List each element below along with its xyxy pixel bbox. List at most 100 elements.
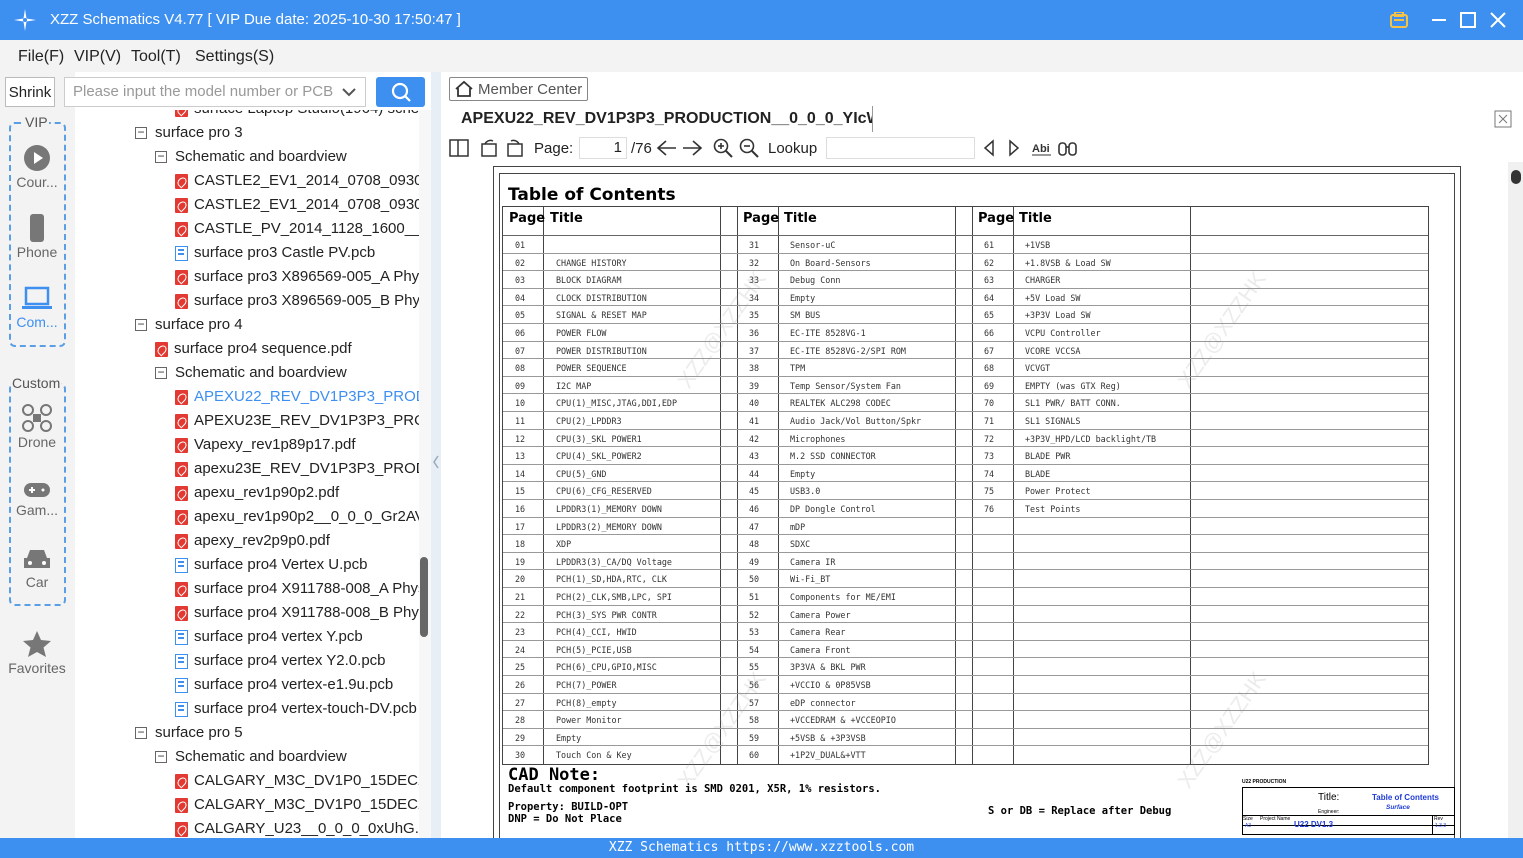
toc-title-header: Title: [784, 211, 817, 226]
collapse-toggle-icon[interactable]: −: [155, 366, 167, 379]
tree-file[interactable]: Vapexy_rev1p89p17.pdf: [175, 434, 356, 456]
tree-file[interactable]: CALGARY_M3C_DV1P0_15DEC201: [175, 770, 419, 792]
category-course-label: Cour...: [16, 174, 58, 190]
search-button[interactable]: [376, 77, 425, 107]
rotate-left-icon[interactable]: [479, 138, 499, 158]
category-drone[interactable]: Drone: [5, 404, 69, 450]
tree-file[interactable]: surface pro3 Castle PV.pcb: [175, 242, 375, 264]
maximize-icon[interactable]: [1457, 9, 1479, 31]
toc-page-number: 51: [749, 592, 760, 602]
minimize-icon[interactable]: [1428, 9, 1450, 31]
toc-entry-title: USB3.0: [790, 486, 821, 497]
tree-scrollbar[interactable]: [419, 110, 431, 838]
tree-file[interactable]: apexu_rev1p90p2__0_0_0_Gr2AV.: [175, 506, 419, 528]
close-icon[interactable]: [1487, 9, 1509, 31]
binoculars-icon[interactable]: [1057, 138, 1079, 158]
tree-folder[interactable]: − surface pro 5: [135, 722, 243, 744]
vip-badge-icon[interactable]: [1388, 9, 1410, 31]
page-number-input[interactable]: 1: [579, 137, 627, 159]
tree-file[interactable]: surface pro4 Vertex U.pcb: [175, 554, 367, 576]
tree-file[interactable]: CASTLE_PV_2014_1128_1600__0_(: [175, 218, 419, 240]
tree-file[interactable]: CASTLE2_EV1_2014_0708_0930.pd: [175, 170, 419, 192]
menu-file[interactable]: File(F): [18, 48, 64, 66]
shrink-button[interactable]: Shrink: [5, 77, 55, 107]
next-page-icon[interactable]: [681, 138, 703, 158]
toc-entry-title: Power Protect: [1025, 486, 1091, 497]
toc-entry-title: +3P3V Load SW: [1025, 310, 1091, 321]
menu-vip[interactable]: VIP(V): [74, 48, 121, 66]
member-center-button[interactable]: Member Center: [449, 77, 588, 101]
toc-entry-title: LPDDR3(1)_MEMORY DOWN: [556, 504, 662, 514]
tree-file[interactable]: surface pro4 vertex-e1.9u.pcb: [175, 674, 393, 696]
collapse-toggle-icon[interactable]: −: [135, 318, 147, 331]
find-prev-icon[interactable]: [981, 139, 997, 157]
category-course[interactable]: Cour...: [5, 144, 69, 190]
chevron-down-icon[interactable]: [340, 83, 358, 101]
category-game[interactable]: Gam...: [5, 480, 69, 518]
category-phone[interactable]: Phone: [5, 214, 69, 260]
tree-file[interactable]: surface Laptop Studio(1964) scheme: [175, 110, 419, 120]
tree-file[interactable]: APEXU23E_REV_DV1P3P3_PRODU: [175, 410, 419, 432]
pdf-file-icon: [175, 269, 188, 285]
zoom-in-icon[interactable]: [713, 138, 733, 158]
viewer-scroll-thumb[interactable]: [1511, 170, 1521, 184]
tree-file[interactable]: surface pro4 X911788-008_B Phys: [175, 602, 419, 624]
toc-page-number: 01: [515, 240, 526, 250]
tree-folder[interactable]: − Schematic and boardview: [155, 362, 347, 384]
toc-entry-title: SDXC: [790, 539, 811, 550]
tree-folder[interactable]: − surface pro 4: [135, 314, 243, 336]
category-car[interactable]: Car: [5, 546, 69, 590]
tree-file[interactable]: APEXU22_REV_DV1P3P3_PRODUC: [175, 386, 419, 408]
pcb-file-icon: [175, 629, 188, 645]
favorites-button[interactable]: Favorites: [5, 630, 69, 676]
lookup-input[interactable]: [826, 137, 975, 159]
tree-file[interactable]: apexu23E_REV_DV1P3P3_PRODU(: [175, 458, 419, 480]
panel-splitter[interactable]: [431, 72, 441, 838]
pdf-viewer[interactable]: Table of Contents Page Title 01 02 CHANGE HI…: [441, 162, 1508, 838]
tree-item-label: surface pro 3: [155, 124, 243, 141]
toc-page-number: 48: [749, 539, 760, 550]
toc-page-number: 69: [984, 380, 995, 391]
tree-file[interactable]: surface pro3 X896569-005_B Phys: [175, 290, 419, 312]
menu-tool[interactable]: Tool(T): [131, 48, 181, 66]
menu-settings[interactable]: Settings(S): [195, 48, 274, 66]
collapse-toggle-icon[interactable]: −: [155, 750, 167, 763]
tree-file[interactable]: surface pro4 vertex Y2.0.pcb: [175, 650, 386, 672]
search-icon: [391, 82, 411, 102]
tree-file[interactable]: apexu_rev1p90p2.pdf: [175, 482, 339, 504]
tree-file[interactable]: apexy_rev2p9p0.pdf: [175, 530, 330, 552]
pcb-file-icon: [175, 653, 188, 669]
tree-file[interactable]: surface pro4 X911788-008_A Phys: [175, 578, 419, 600]
sidebar-toggle-icon[interactable]: [449, 139, 469, 157]
search-input[interactable]: Please input the model number or PCB: [64, 77, 366, 107]
category-computer[interactable]: Com...: [5, 286, 69, 330]
tree-folder[interactable]: − Schematic and boardview: [155, 746, 347, 768]
collapse-toggle-icon[interactable]: −: [135, 726, 147, 739]
tree-file[interactable]: CASTLE2_EV1_2014_0708_0930__(: [175, 194, 419, 216]
viewer-scrollbar[interactable]: [1508, 162, 1523, 838]
rotate-right-icon[interactable]: [505, 138, 525, 158]
tree-file[interactable]: surface pro4 vertex Y.pcb: [175, 626, 363, 648]
tree-item-label: surface pro4 vertex-e1.9u.pcb: [194, 676, 394, 693]
menu-bar: File(F) VIP(V) Tool(T) Settings(S): [0, 40, 1523, 72]
vip-group-label: VIP: [24, 114, 49, 130]
toc-entry-title: PCH(5)_PCIE,USB: [556, 644, 632, 655]
collapse-toggle-icon[interactable]: −: [155, 150, 167, 163]
prev-page-icon[interactable]: [656, 138, 678, 158]
zoom-out-icon[interactable]: [739, 138, 759, 158]
tree-folder[interactable]: − surface pro 3: [135, 122, 243, 144]
tree-file[interactable]: CALGARY_U23__0_0_0_0xUhG.pdf: [175, 818, 419, 838]
tree-folder[interactable]: − Schematic and boardview: [155, 146, 347, 168]
collapse-toggle-icon[interactable]: −: [135, 126, 147, 139]
match-case-icon[interactable]: Abi: [1031, 138, 1053, 158]
collapse-arrow-icon[interactable]: [431, 452, 441, 472]
document-tab[interactable]: APEXU22_REV_DV1P3P3_PRODUCTION__0_0_0_YI…: [449, 106, 873, 132]
tree-file[interactable]: surface pro4 vertex-touch-DV.pcb: [175, 698, 417, 720]
close-tab-icon[interactable]: [1494, 110, 1512, 128]
tree-file[interactable]: CALGARY_M3C_DV1P0_15DEC201: [175, 794, 419, 816]
find-next-icon[interactable]: [1006, 139, 1022, 157]
tree-file[interactable]: surface pro4 sequence.pdf: [155, 338, 352, 360]
toc-page-number: 08: [515, 363, 526, 374]
tree-file[interactable]: surface pro3 X896569-005_A Phys: [175, 266, 419, 288]
tree-scroll-thumb[interactable]: [420, 557, 428, 637]
